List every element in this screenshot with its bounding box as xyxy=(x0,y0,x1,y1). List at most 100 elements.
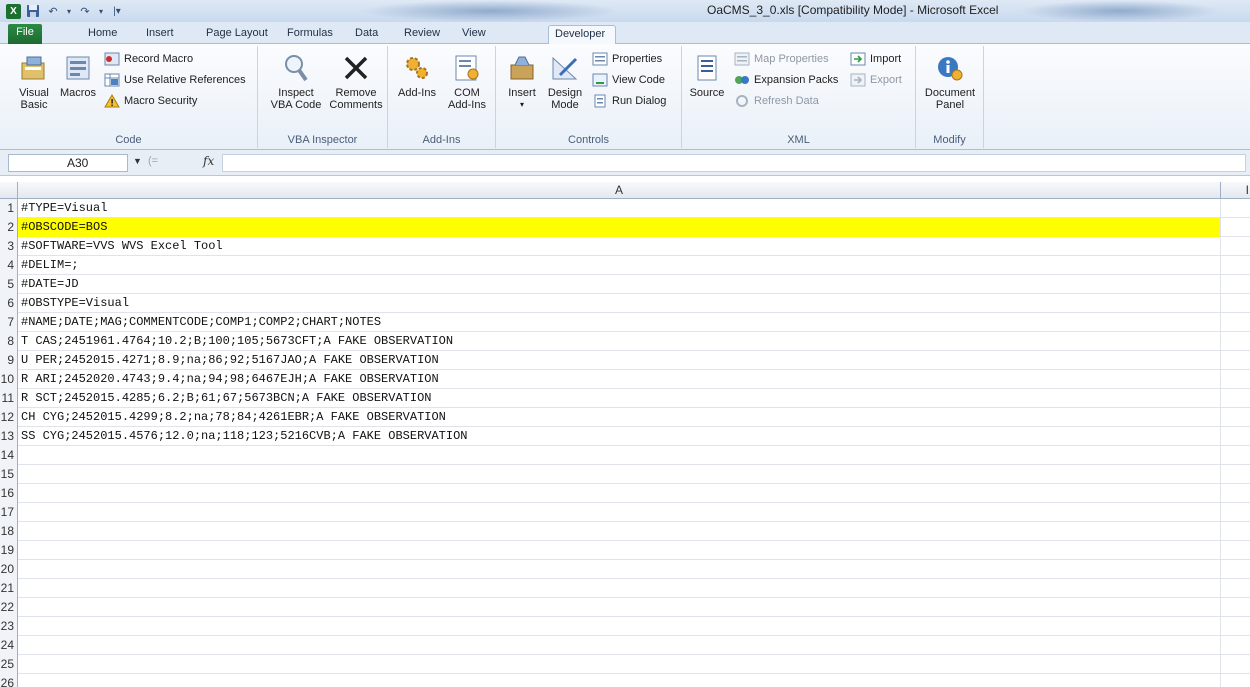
cell-next[interactable] xyxy=(1221,446,1250,465)
cell-a[interactable]: #NAME;DATE;MAG;COMMENTCODE;COMP1;COMP2;C… xyxy=(18,313,1221,332)
cell-next[interactable] xyxy=(1221,598,1250,617)
cell-next[interactable] xyxy=(1221,275,1250,294)
cell-next[interactable] xyxy=(1221,484,1250,503)
cell-next[interactable] xyxy=(1221,199,1250,218)
cell-next[interactable] xyxy=(1221,503,1250,522)
formula-input[interactable] xyxy=(222,154,1246,172)
map-properties-button[interactable]: Map Properties xyxy=(734,50,829,68)
cell-next[interactable] xyxy=(1221,465,1250,484)
column-header-next[interactable]: I xyxy=(1221,182,1250,199)
design-mode-button[interactable]: Design Mode xyxy=(544,52,586,111)
select-all-corner[interactable] xyxy=(0,182,18,199)
row-header[interactable]: 20 xyxy=(0,560,18,579)
remove-comments-button[interactable]: Remove Comments xyxy=(326,52,386,111)
row-header[interactable]: 12 xyxy=(0,408,18,427)
tab-developer[interactable]: Developer xyxy=(548,25,616,45)
row-header[interactable]: 14 xyxy=(0,446,18,465)
document-panel-button[interactable]: Document Panel xyxy=(920,52,980,111)
cell-a[interactable] xyxy=(18,579,1221,598)
cell-a[interactable]: SS CYG;2452015.4576;12.0;na;118;123;5216… xyxy=(18,427,1221,446)
tab-formulas[interactable]: Formulas xyxy=(281,25,339,44)
row-header[interactable]: 8 xyxy=(0,332,18,351)
cell-a[interactable]: #DATE=JD xyxy=(18,275,1221,294)
cell-a[interactable] xyxy=(18,465,1221,484)
tab-data[interactable]: Data xyxy=(349,25,384,44)
cell-a[interactable]: #SOFTWARE=VVS WVS Excel Tool xyxy=(18,237,1221,256)
expansion-packs-button[interactable]: Expansion Packs xyxy=(734,71,838,89)
cell-next[interactable] xyxy=(1221,237,1250,256)
tab-view[interactable]: View xyxy=(456,25,492,44)
cell-next[interactable] xyxy=(1221,351,1250,370)
row-header[interactable]: 5 xyxy=(0,275,18,294)
row-header[interactable]: 7 xyxy=(0,313,18,332)
cell-a[interactable] xyxy=(18,522,1221,541)
cell-next[interactable] xyxy=(1221,541,1250,560)
cell-next[interactable] xyxy=(1221,218,1250,237)
row-header[interactable]: 22 xyxy=(0,598,18,617)
row-header[interactable]: 13 xyxy=(0,427,18,446)
export-button[interactable]: Export xyxy=(850,71,902,89)
cell-a[interactable]: CH CYG;2452015.4299;8.2;na;78;84;4261EBR… xyxy=(18,408,1221,427)
cell-next[interactable] xyxy=(1221,579,1250,598)
cell-a[interactable] xyxy=(18,617,1221,636)
source-button[interactable]: Source xyxy=(686,52,728,99)
column-header-a[interactable]: A xyxy=(18,182,1221,199)
tab-review[interactable]: Review xyxy=(398,25,446,44)
cell-next[interactable] xyxy=(1221,560,1250,579)
name-box[interactable]: A30 xyxy=(8,154,128,172)
row-header[interactable]: 15 xyxy=(0,465,18,484)
row-header[interactable]: 18 xyxy=(0,522,18,541)
view-code-button[interactable]: View Code xyxy=(592,71,665,89)
cell-next[interactable] xyxy=(1221,636,1250,655)
row-header[interactable]: 19 xyxy=(0,541,18,560)
cell-next[interactable] xyxy=(1221,370,1250,389)
run-dialog-button[interactable]: Run Dialog xyxy=(592,92,666,110)
chevron-down-icon[interactable]: ▼ xyxy=(133,156,142,166)
row-header[interactable]: 1 xyxy=(0,199,18,218)
import-button[interactable]: Import xyxy=(850,50,901,68)
refresh-data-button[interactable]: Refresh Data xyxy=(734,92,819,110)
row-header[interactable]: 26 xyxy=(0,674,18,687)
cell-a[interactable] xyxy=(18,484,1221,503)
macros-button[interactable]: Macros xyxy=(56,52,100,99)
cell-a[interactable]: #OBSTYPE=Visual xyxy=(18,294,1221,313)
cell-next[interactable] xyxy=(1221,313,1250,332)
properties-button[interactable]: Properties xyxy=(592,50,662,68)
tab-file[interactable]: File xyxy=(8,24,42,44)
cell-next[interactable] xyxy=(1221,522,1250,541)
cell-next[interactable] xyxy=(1221,294,1250,313)
cell-a[interactable]: #DELIM=; xyxy=(18,256,1221,275)
cell-a[interactable]: T CAS;2451961.4764;10.2;B;100;105;5673CF… xyxy=(18,332,1221,351)
cell-next[interactable] xyxy=(1221,674,1250,687)
row-header[interactable]: 3 xyxy=(0,237,18,256)
row-header[interactable]: 4 xyxy=(0,256,18,275)
cell-a[interactable]: #OBSCODE=BOS xyxy=(18,218,1221,237)
cell-next[interactable] xyxy=(1221,617,1250,636)
com-add-ins-button[interactable]: COM Add-Ins xyxy=(444,52,490,111)
macro-security-button[interactable]: Macro Security xyxy=(104,92,197,110)
row-header[interactable]: 17 xyxy=(0,503,18,522)
use-relative-references-button[interactable]: Use Relative References xyxy=(104,71,246,89)
cell-next[interactable] xyxy=(1221,389,1250,408)
cell-a[interactable] xyxy=(18,655,1221,674)
row-header[interactable]: 24 xyxy=(0,636,18,655)
cell-a[interactable]: R SCT;2452015.4285;6.2;B;61;67;5673BCN;A… xyxy=(18,389,1221,408)
visual-basic-button[interactable]: Visual Basic xyxy=(14,52,54,111)
row-header[interactable]: 16 xyxy=(0,484,18,503)
cell-a[interactable]: R ARI;2452020.4743;9.4;na;94;98;6467EJH;… xyxy=(18,370,1221,389)
row-header[interactable]: 21 xyxy=(0,579,18,598)
insert-function-icon[interactable]: fx xyxy=(203,154,214,168)
cell-a[interactable] xyxy=(18,560,1221,579)
row-header[interactable]: 11 xyxy=(0,389,18,408)
tab-home[interactable]: Home xyxy=(82,25,123,44)
row-header[interactable]: 23 xyxy=(0,617,18,636)
tab-page-layout[interactable]: Page Layout xyxy=(200,25,274,44)
cell-next[interactable] xyxy=(1221,427,1250,446)
cell-next[interactable] xyxy=(1221,408,1250,427)
cell-next[interactable] xyxy=(1221,256,1250,275)
add-ins-button[interactable]: Add-Ins xyxy=(394,52,440,99)
row-header[interactable]: 9 xyxy=(0,351,18,370)
row-header[interactable]: 2 xyxy=(0,218,18,237)
cell-a[interactable] xyxy=(18,503,1221,522)
cell-a[interactable]: U PER;2452015.4271;8.9;na;86;92;5167JAO;… xyxy=(18,351,1221,370)
